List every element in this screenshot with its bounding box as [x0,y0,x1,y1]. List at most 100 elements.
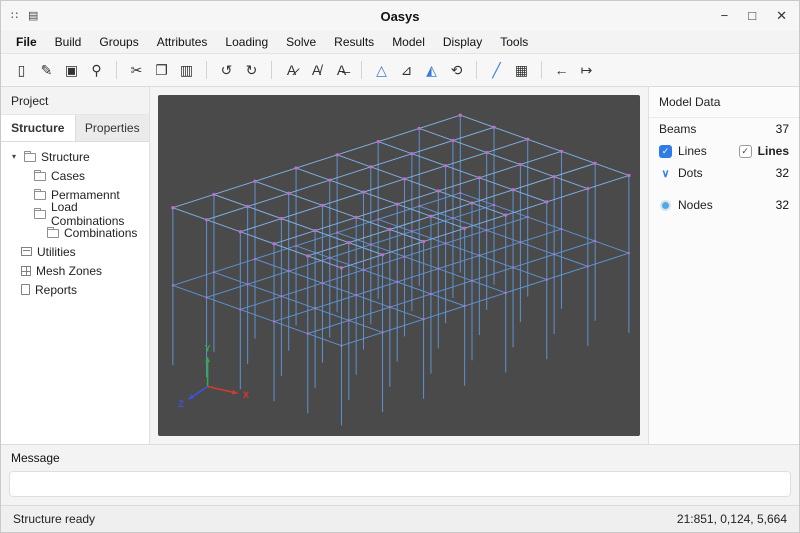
mesh-icon [21,266,31,276]
nodes-row: Nodes 32 [649,194,799,216]
nodes-label: Nodes [678,198,713,212]
toolbar-separator [271,61,272,79]
model-viewport[interactable]: XYZ [158,95,640,436]
beams-row: Beams 37 [649,118,799,140]
toolbar-separator [476,61,477,79]
cursor-coordinates: 21:851, 0,124, 5,664 [677,512,787,526]
lasso-select-tool-button[interactable]: ⟲ [444,58,469,82]
structure-wireframe: XYZ [158,95,640,436]
app-grid-icon[interactable]: ∷ [11,11,18,22]
caret-down-icon[interactable]: ▾ [9,152,19,161]
menu-file[interactable]: File [7,33,46,51]
menu-groups[interactable]: Groups [90,33,147,51]
lines-label: Lines [678,144,707,158]
menu-display[interactable]: Display [434,33,491,51]
window-title: Oasys [1,9,799,24]
page-icon [21,284,30,295]
grid-tool-button[interactable]: ▦ [509,58,534,82]
menu-bar: FileBuildGroupsAttributesLoadingSolveRes… [1,31,799,53]
redo-button[interactable]: ↻ [239,58,264,82]
maximize-button[interactable]: □ [748,8,756,24]
lines-secondary-checkbox[interactable]: ✓ [739,145,752,158]
folder-icon [34,210,46,219]
toolbar-separator [541,61,542,79]
line-tool-button[interactable]: ╱ [484,58,509,82]
lines-secondary-label: Lines [758,144,789,158]
message-panel: Message [1,444,799,505]
project-panel: Project Structure Properties ▾ Structure C… [1,87,150,444]
tree-item-label: Structure [41,150,90,164]
measure-triangle-tool-button[interactable]: ⊿ [394,58,419,82]
minimize-button[interactable]: − [721,8,729,24]
print-preview-button[interactable]: ⚲ [84,58,109,82]
folder-icon [34,172,46,181]
node-dot-icon [662,202,669,209]
svg-text:X: X [243,390,249,400]
toolbar: ▯✎▣⚲ ✂❐▥ ↺↻ A̷A̸A̶ △⊿◭⟲ ╱▦ ←↦ [1,53,799,87]
dots-label: Dots [678,166,703,180]
tree-item-structure[interactable]: ▾ Structure [1,147,149,166]
tree-item-label: Combinations [64,226,137,240]
window-controls: − □ ✕ [721,8,787,24]
box-icon [21,247,32,256]
copy-button[interactable]: ❐ [149,58,174,82]
menu-loading[interactable]: Loading [216,33,277,51]
menu-attributes[interactable]: Attributes [148,33,217,51]
tree-item-reports[interactable]: Reports [1,280,149,299]
paste-button[interactable]: ▥ [174,58,199,82]
menu-model[interactable]: Model [383,33,434,51]
status-text: Structure ready [13,512,95,526]
project-tree: ▾StructureCasesPermamenntLoad Combinatio… [1,142,149,444]
tab-structure[interactable]: Structure [1,115,76,141]
tab-properties[interactable]: Properties [76,115,150,141]
model-data-panel: Model Data Beams 37 ✓ Lines ✓ Lines ∨ Do… [648,87,799,444]
save-button[interactable]: ▣ [59,58,84,82]
menu-results[interactable]: Results [325,33,383,51]
folder-icon [47,229,59,238]
tree-item-load-combinations[interactable]: Load Combinations [1,204,149,223]
folder-icon [34,191,46,200]
lines-row: ✓ Lines ✓ Lines [649,140,799,162]
undo-button[interactable]: ↺ [214,58,239,82]
menu-build[interactable]: Build [46,33,91,51]
tree-item-mesh-zones[interactable]: Mesh Zones [1,261,149,280]
status-bar: Structure ready 21:851, 0,124, 5,664 [1,505,799,532]
lines-checkbox[interactable]: ✓ [659,145,672,158]
forward-arrow-button[interactable]: ↦ [574,58,599,82]
menu-tools[interactable]: Tools [491,33,537,51]
app-tiles-icon[interactable]: ▤ [28,11,38,22]
dots-value: 32 [776,166,789,180]
nodes-value: 32 [776,198,789,212]
toolbar-separator [361,61,362,79]
tree-item-combinations[interactable]: Combinations [1,223,149,242]
check-icon: ✓ [741,147,749,156]
title-bar: ∷ ▤ Oasys − □ ✕ [1,1,799,31]
project-panel-title: Project [1,87,149,115]
model-data-title: Model Data [649,87,799,118]
label-beams-tool-button[interactable]: A̸ [304,58,329,82]
viewport-container: XYZ [150,87,648,444]
chevron-down-icon[interactable]: ∨ [659,167,672,180]
close-button[interactable]: ✕ [776,8,787,24]
toolbar-separator [206,61,207,79]
edit-document-button[interactable]: ✎ [34,58,59,82]
tree-item-label: Mesh Zones [36,264,102,278]
cut-button[interactable]: ✂ [124,58,149,82]
message-panel-title: Message [1,445,799,471]
main-area: Project Structure Properties ▾ Structure C… [1,87,799,444]
tree-item-cases[interactable]: Cases [1,166,149,185]
dots-row: ∨ Dots 32 [649,162,799,184]
menu-solve[interactable]: Solve [277,33,325,51]
label-elements-tool-button[interactable]: A̶ [329,58,354,82]
label-nodes-tool-button[interactable]: A̷ [279,58,304,82]
tree-item-label: Load Combinations [51,200,149,228]
tree-item-utilities[interactable]: Utilities [1,242,149,261]
svg-text:Z: Z [178,399,184,409]
pick-triangle-tool-button[interactable]: ◭ [419,58,444,82]
select-triangle-tool-button[interactable]: △ [369,58,394,82]
beams-value: 37 [776,122,789,136]
new-document-button[interactable]: ▯ [9,58,34,82]
message-input[interactable] [9,471,791,497]
back-arrow-button[interactable]: ← [549,58,574,82]
tree-item-label: Cases [51,169,85,183]
